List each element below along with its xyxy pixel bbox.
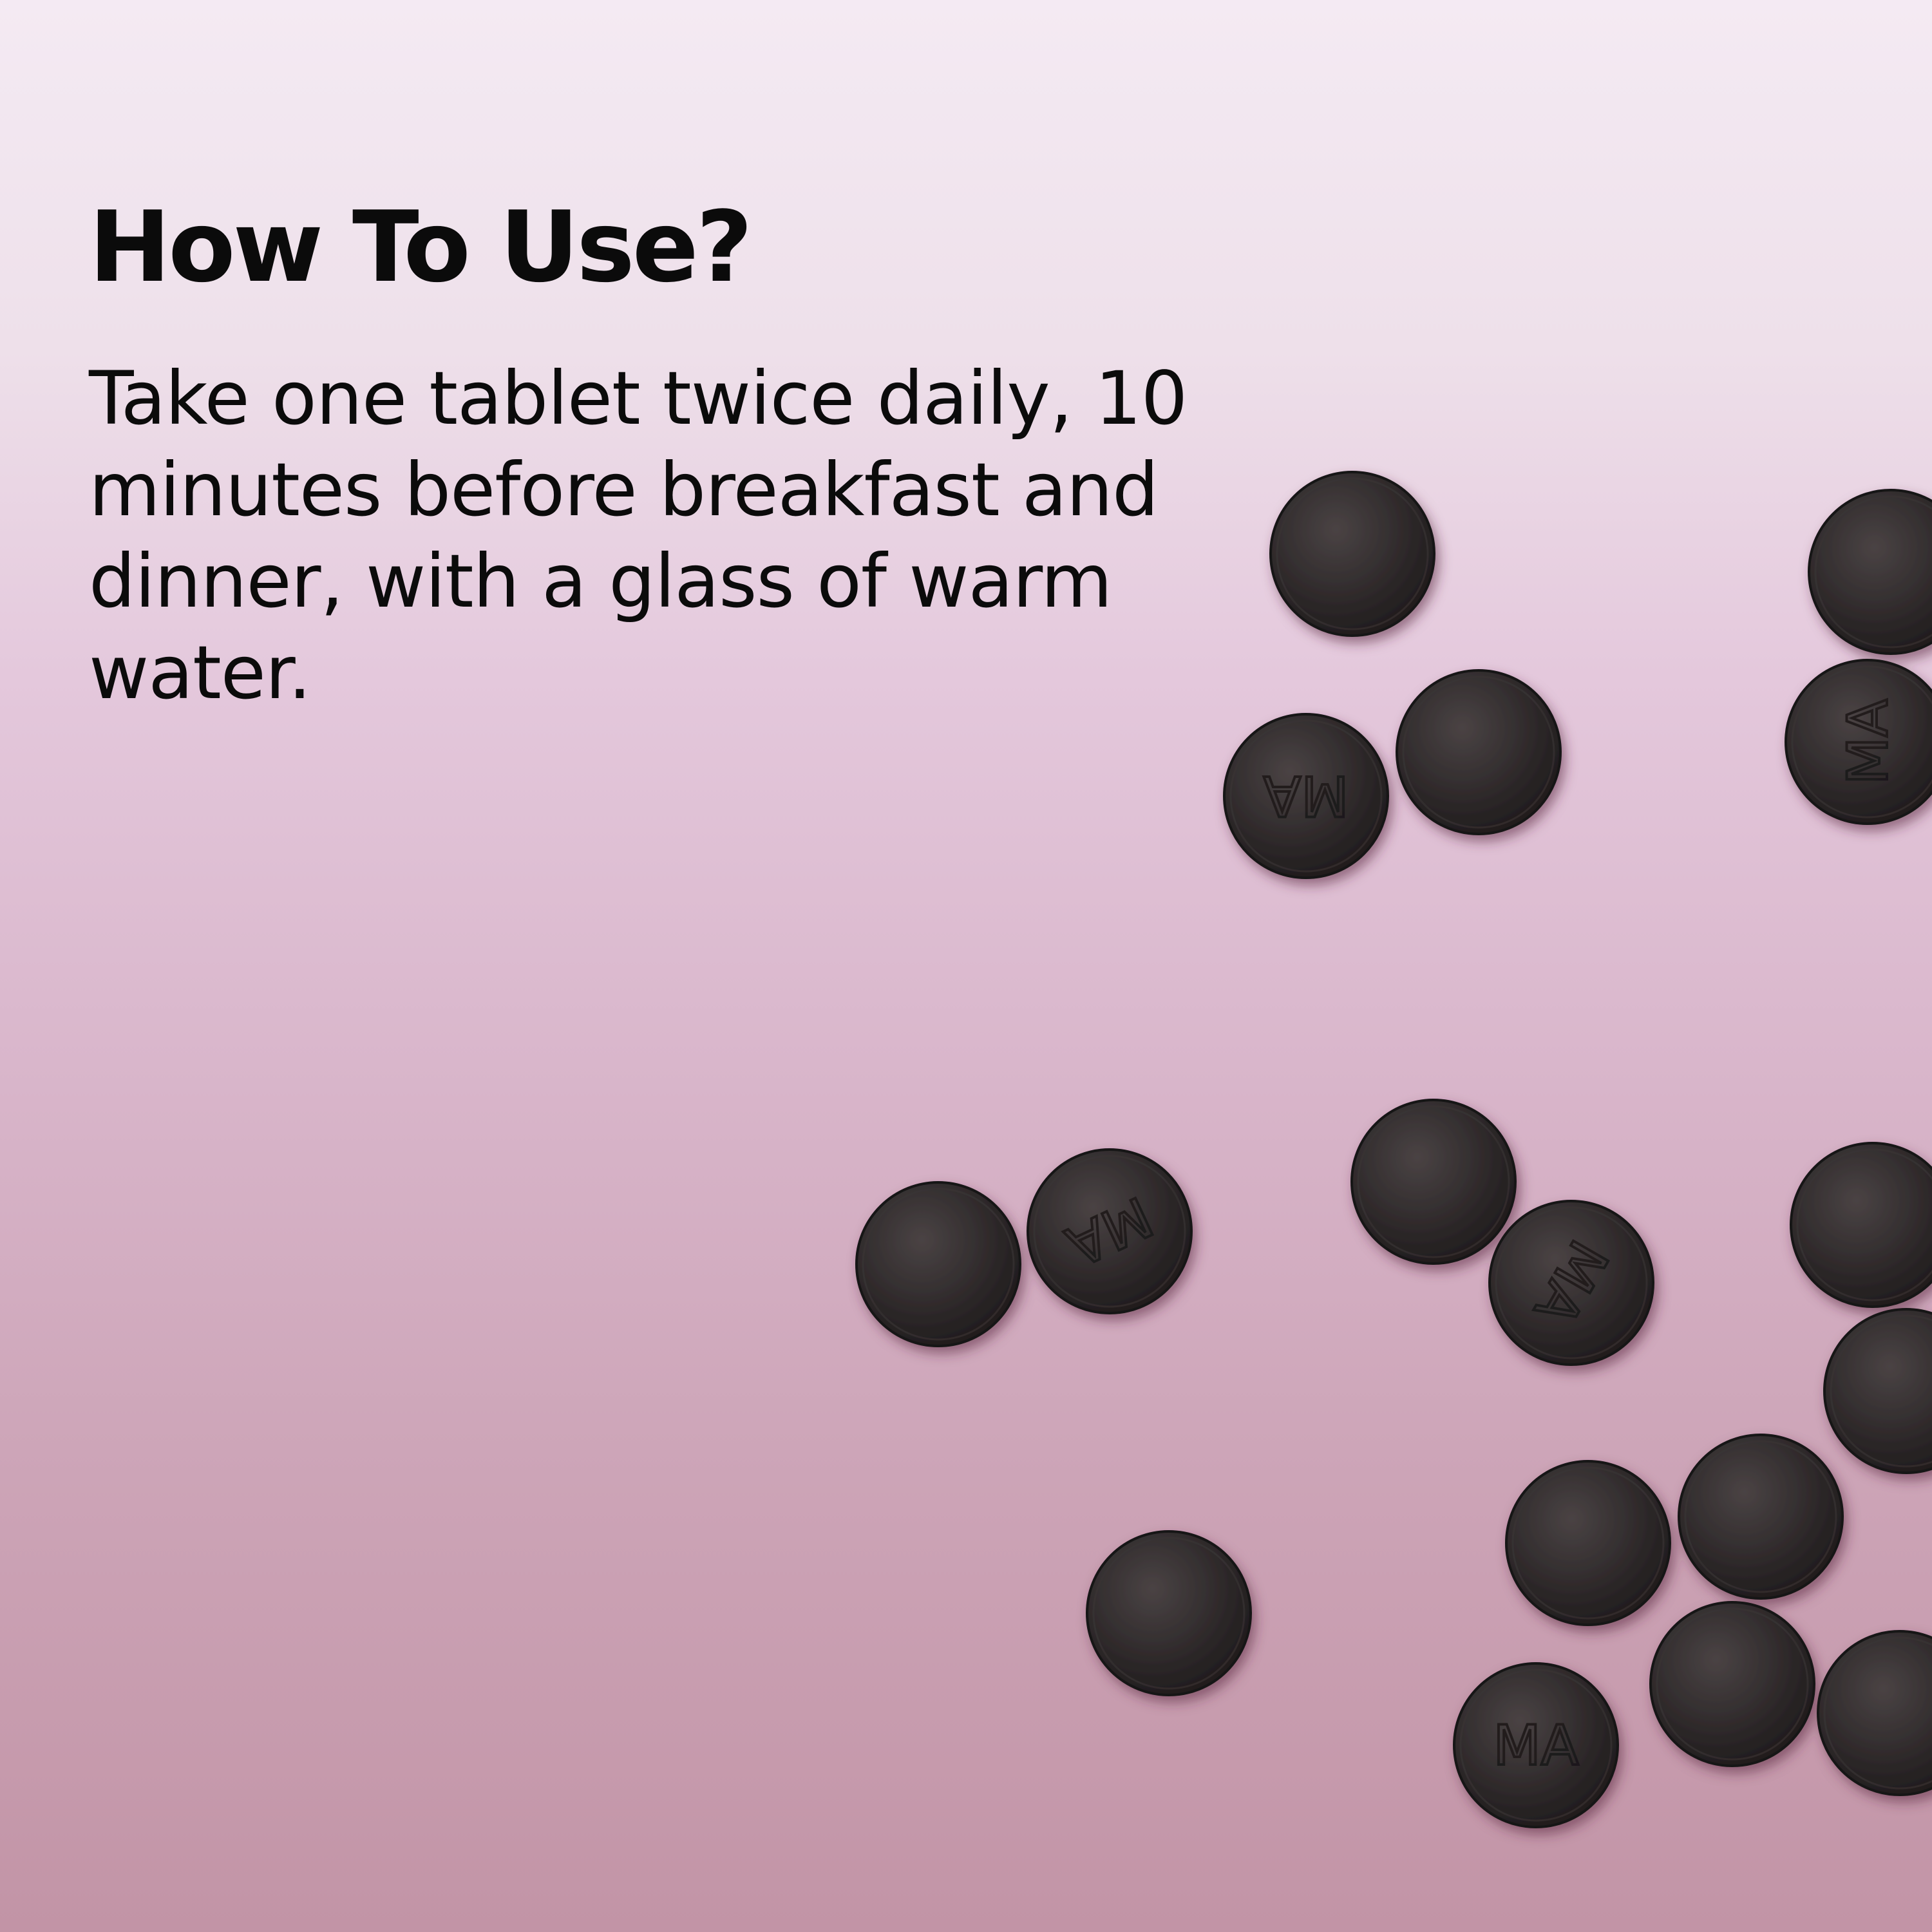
tablet: [1678, 1434, 1844, 1600]
tablet: MA: [1027, 1148, 1193, 1314]
tablet: [1350, 1099, 1517, 1265]
tablet-imprint: MA: [1836, 699, 1900, 784]
tablet-imprint: MA: [1263, 763, 1349, 828]
tablet: MA: [1223, 713, 1389, 879]
tablet: [1086, 1530, 1252, 1696]
tablet: [1817, 1630, 1932, 1796]
tablet: [1269, 471, 1435, 637]
tablet: [1823, 1308, 1932, 1474]
tablets-photo: MA MA MA MA MA: [855, 471, 1932, 1828]
tablet: [1790, 1142, 1932, 1308]
tablet: [1808, 489, 1932, 655]
tablet-imprint: MA: [1493, 1714, 1578, 1778]
product-usage-card: How To Use? Take one tablet twice daily,…: [0, 0, 1932, 1932]
tablet: MA: [1785, 659, 1932, 825]
tablet: [1505, 1460, 1671, 1626]
tablet: MA: [1488, 1200, 1654, 1366]
tablet: [1396, 669, 1562, 835]
tablet: [1649, 1601, 1815, 1767]
tablet: [855, 1181, 1021, 1347]
tablet: MA: [1453, 1662, 1619, 1828]
